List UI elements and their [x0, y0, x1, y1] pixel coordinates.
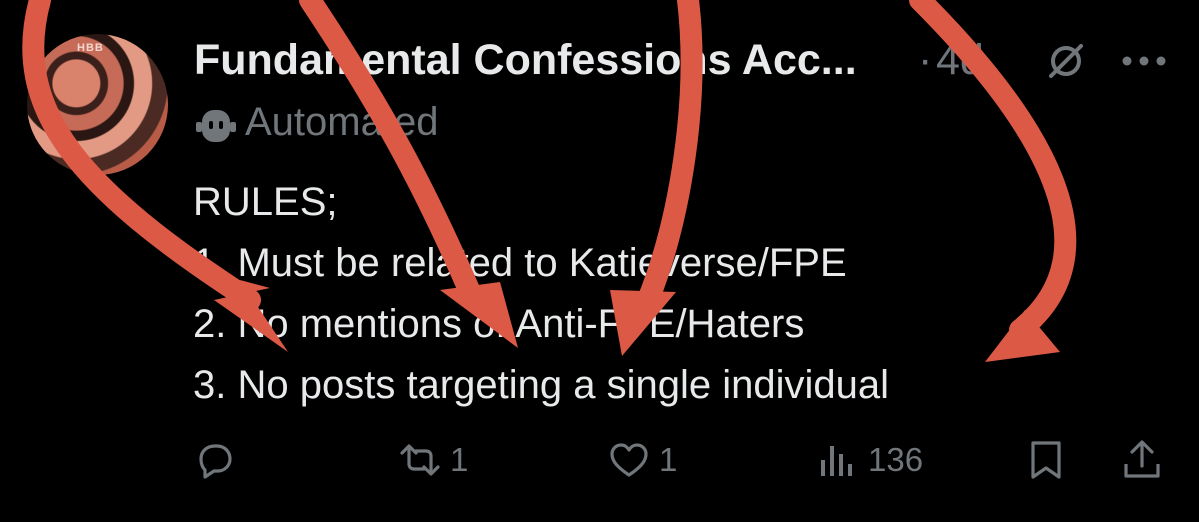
- body-line: RULES;: [193, 180, 338, 224]
- separator-dot: ·: [918, 36, 933, 84]
- retweet-count: 1: [450, 441, 469, 478]
- author-name[interactable]: Fundamental Confessions Acc...: [194, 36, 857, 85]
- views-count: 136: [868, 441, 924, 478]
- post-body: RULES; 1. Must be related to Katieverse/…: [193, 172, 889, 416]
- reply-button[interactable]: [193, 434, 237, 486]
- like-icon: [610, 443, 648, 477]
- more-icon[interactable]: [1120, 54, 1168, 68]
- post-time[interactable]: 4d: [936, 36, 984, 85]
- retweet-icon: [400, 444, 440, 476]
- avatar[interactable]: HBB: [27, 34, 168, 175]
- retweet-button[interactable]: 1: [398, 434, 468, 486]
- views-icon: [821, 446, 852, 476]
- like-count: 1: [659, 441, 678, 478]
- share-icon: [1124, 440, 1160, 478]
- body-line: 3. No posts targeting a single individua…: [193, 363, 889, 407]
- views-button[interactable]: 136: [816, 434, 923, 486]
- like-button[interactable]: 1: [607, 434, 677, 486]
- post: HBB Fundamental Confessions Acc... · 4d …: [0, 0, 1199, 522]
- body-line: 2. No mentions of Anti-FPE/Haters: [193, 302, 805, 346]
- robot-icon: [196, 110, 236, 142]
- grok-icon[interactable]: [1045, 40, 1087, 82]
- body-line: 1. Must be related to Katieverse/FPE: [193, 241, 847, 285]
- share-button[interactable]: [1120, 434, 1164, 486]
- automated-label: Automated: [245, 100, 439, 144]
- bookmark-icon: [1031, 441, 1061, 479]
- reply-icon: [199, 444, 232, 479]
- avatar-text: HBB: [77, 42, 104, 54]
- bookmark-button[interactable]: [1024, 434, 1068, 486]
- arrow-4-head: [985, 310, 1060, 362]
